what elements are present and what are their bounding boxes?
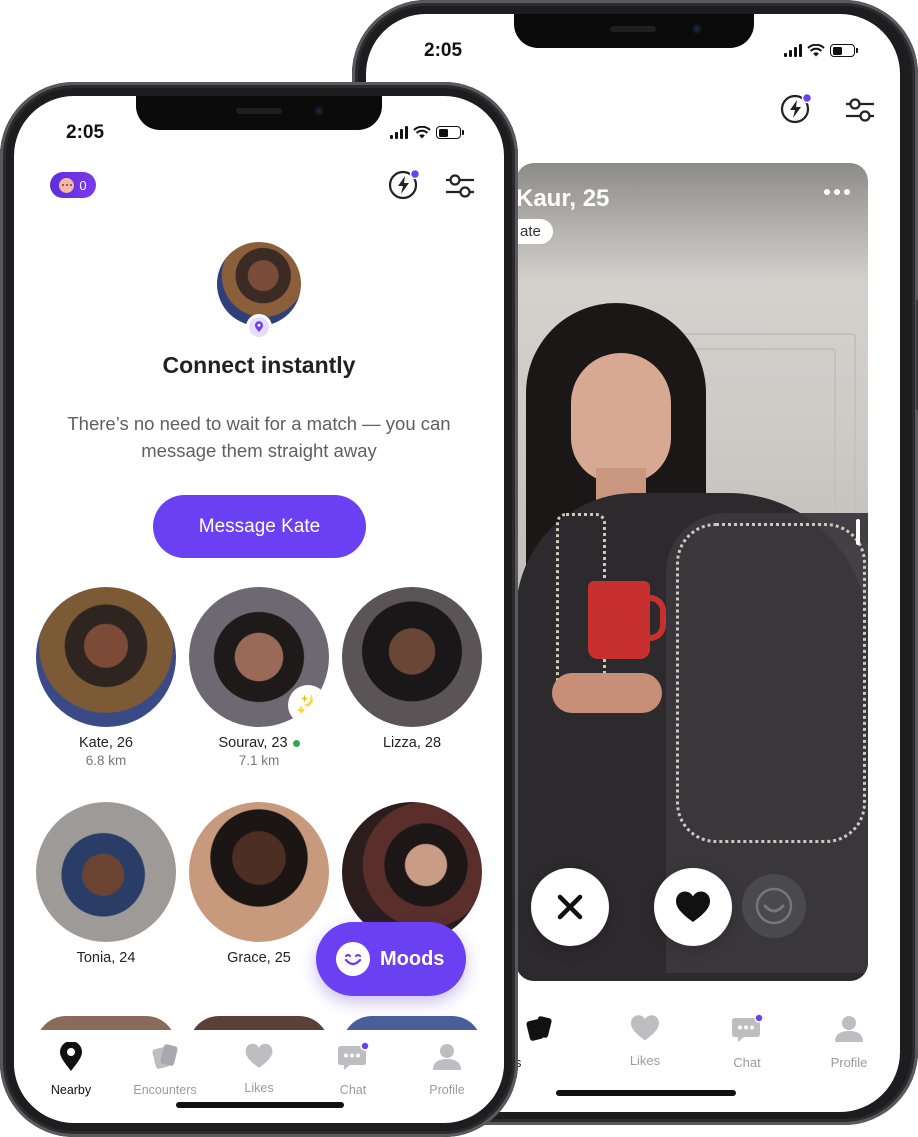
person-card-kate[interactable]: Kate, 26 6.8 km bbox=[36, 587, 176, 768]
status-time: 2:05 bbox=[424, 40, 463, 61]
filters-icon[interactable] bbox=[844, 96, 876, 129]
tab-chat[interactable]: Chat bbox=[692, 1013, 802, 1070]
page-title: Connect instantly bbox=[162, 352, 356, 378]
wifi-icon bbox=[807, 44, 825, 57]
profile-icon bbox=[835, 1016, 863, 1042]
tab-nearby[interactable]: Nearby bbox=[22, 1041, 120, 1097]
chat-bubble-icon bbox=[338, 1041, 370, 1070]
tab-encounters[interactable]: Encounters bbox=[116, 1042, 214, 1097]
notch bbox=[514, 14, 754, 48]
mug bbox=[588, 581, 666, 659]
tab-likes[interactable]: Likes bbox=[590, 1014, 700, 1068]
avatar bbox=[189, 802, 329, 942]
home-indicator bbox=[556, 1090, 736, 1096]
boost-icon[interactable] bbox=[388, 168, 421, 205]
person-name: Grace, 25 bbox=[227, 950, 291, 966]
person-card-lizza[interactable]: Lizza, 28 bbox=[342, 587, 482, 751]
like-button[interactable] bbox=[654, 868, 732, 946]
avatar bbox=[342, 802, 482, 942]
sparkle-icon: ✨ bbox=[288, 685, 328, 725]
status-time: 2:05 bbox=[66, 122, 105, 143]
wifi-icon bbox=[413, 126, 431, 139]
message-credits-badge[interactable]: 0 bbox=[50, 172, 96, 198]
status-icons bbox=[390, 126, 464, 139]
location-icon bbox=[255, 321, 263, 332]
person-name: Lizza, 28 bbox=[382, 735, 442, 751]
home-indicator bbox=[176, 1102, 344, 1108]
front-phone-frame: 2:05 0 Connect instantly There’s no need… bbox=[0, 82, 518, 1137]
heart-icon bbox=[631, 1015, 659, 1041]
signal-icon bbox=[784, 44, 802, 57]
more-options-icon[interactable] bbox=[824, 189, 850, 195]
avatar bbox=[342, 587, 482, 727]
boost-icon[interactable] bbox=[780, 92, 813, 129]
heart-icon bbox=[245, 1043, 273, 1068]
status-icons bbox=[784, 44, 858, 57]
tab-profile[interactable]: Profile bbox=[794, 1014, 900, 1070]
person-card-sixth[interactable] bbox=[342, 802, 482, 942]
battery-icon bbox=[436, 126, 464, 139]
front-phone-screen: 2:05 0 Connect instantly There’s no need… bbox=[14, 96, 504, 1123]
person-distance: 7.1 km bbox=[238, 753, 280, 768]
person-distance: 6.8 km bbox=[85, 753, 127, 768]
person-card-grace[interactable]: Grace, 25 bbox=[189, 802, 329, 966]
avatar bbox=[36, 587, 176, 727]
profile-photo bbox=[571, 353, 671, 483]
avatar: ✨ bbox=[189, 587, 329, 727]
chat-bubble-icon bbox=[59, 177, 75, 193]
avatar bbox=[36, 802, 176, 942]
online-status-dot bbox=[292, 739, 300, 747]
smile-icon bbox=[336, 942, 370, 976]
cards-icon bbox=[526, 1016, 552, 1041]
person-card-tonia[interactable]: Tonia, 24 bbox=[36, 802, 176, 966]
close-icon bbox=[557, 894, 583, 920]
person-card-sourav[interactable]: ✨ Sourav, 23 7.1 km bbox=[189, 587, 329, 768]
moods-label: Moods bbox=[380, 947, 445, 970]
location-pin-icon bbox=[60, 1041, 82, 1071]
smile-icon bbox=[755, 887, 793, 925]
chat-bubble-icon bbox=[732, 1013, 764, 1042]
front-tab-bar: Nearby Encounters Likes Chat Profile bbox=[14, 1030, 504, 1100]
cards-icon bbox=[152, 1044, 178, 1069]
person-name: Tonia, 24 bbox=[76, 950, 136, 966]
message-kate-button[interactable]: Message Kate bbox=[153, 495, 366, 558]
tab-profile[interactable]: Profile bbox=[398, 1042, 496, 1097]
card-name: Kaur, 25 bbox=[516, 185, 610, 212]
pass-button[interactable] bbox=[531, 868, 609, 946]
profile-card[interactable]: Kaur, 25 ate bbox=[516, 163, 868, 981]
smile-reaction-button[interactable] bbox=[742, 874, 806, 938]
tab-chat[interactable]: Chat bbox=[304, 1041, 402, 1097]
profile-icon bbox=[433, 1044, 461, 1070]
person-name: Kate, 26 bbox=[78, 735, 133, 751]
card-tag-pill: ate bbox=[516, 219, 553, 244]
person-name: Sourav, 23 bbox=[218, 735, 288, 751]
filters-icon[interactable] bbox=[444, 172, 476, 205]
nearby-badge bbox=[246, 314, 272, 340]
photo-progress-indicator bbox=[856, 519, 860, 545]
battery-icon bbox=[830, 44, 858, 57]
signal-icon bbox=[390, 126, 408, 139]
moods-button[interactable]: Moods bbox=[316, 922, 466, 996]
notch bbox=[136, 96, 382, 130]
message-credits-count: 0 bbox=[79, 177, 87, 193]
heart-icon bbox=[676, 891, 710, 922]
page-subtitle: There’s no need to wait for a match — yo… bbox=[67, 413, 451, 461]
tab-likes[interactable]: Likes bbox=[210, 1042, 308, 1095]
